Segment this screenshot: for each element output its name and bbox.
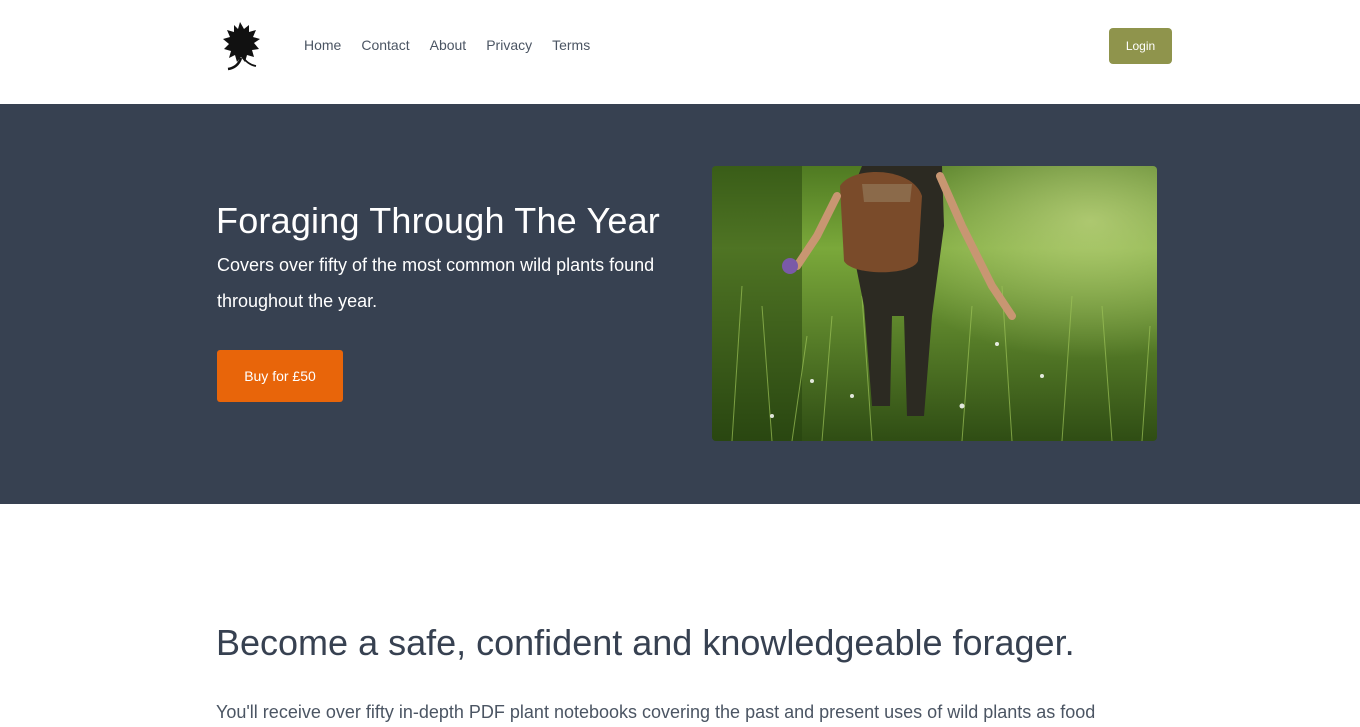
hero-section: Foraging Through The Year Covers over fi… [0,104,1360,504]
hero-subtitle: Covers over fifty of the most common wil… [217,255,655,311]
hero-title: Foraging Through The Year [216,200,660,241]
nav-home[interactable]: Home [304,36,341,54]
hero-image [712,166,1157,441]
main-nav: Home Contact About Privacy Terms [304,36,590,54]
leaf-silhouette-icon[interactable] [220,20,264,72]
section-heading: Become a safe, confident and knowledgeab… [216,622,1075,663]
login-button[interactable]: Login [1109,28,1172,64]
section-text: You'll receive over fifty in-depth PDF p… [216,702,1096,722]
nav-contact[interactable]: Contact [361,36,409,54]
nav-about[interactable]: About [430,36,467,54]
nav-privacy[interactable]: Privacy [486,36,532,54]
nav-terms[interactable]: Terms [552,36,590,54]
site-header: Home Contact About Privacy Terms Login [0,0,1360,104]
buy-button[interactable]: Buy for £50 [217,350,343,402]
